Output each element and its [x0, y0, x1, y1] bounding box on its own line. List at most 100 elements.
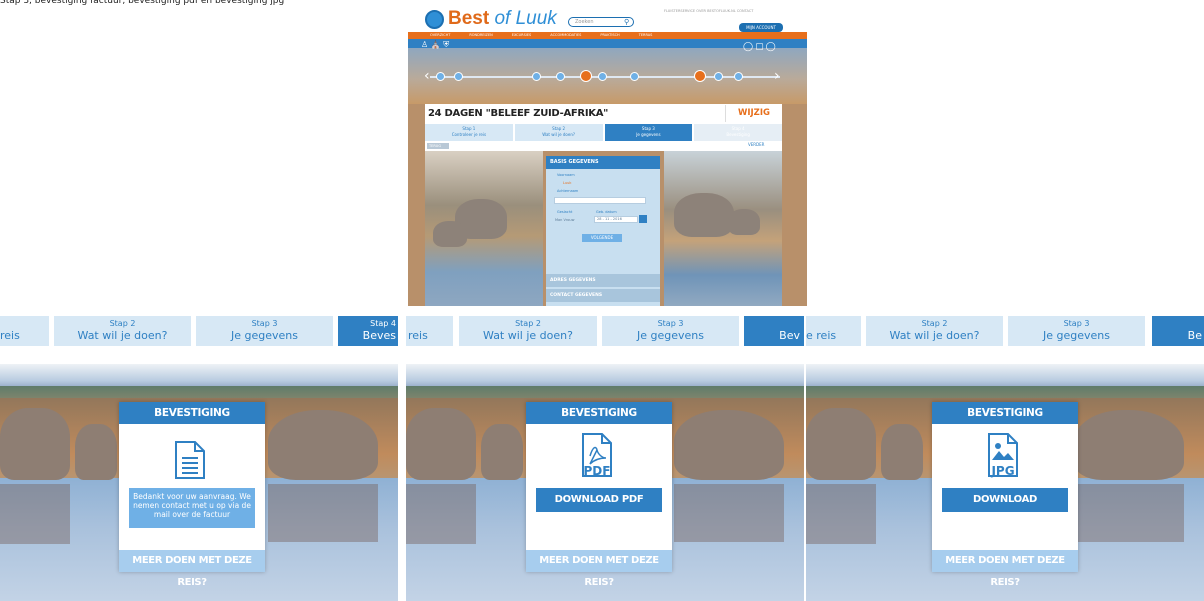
- contact-section-header[interactable]: CONTACT GEGEVENS: [546, 289, 660, 302]
- globe-logo-icon[interactable]: [425, 10, 444, 29]
- view-icons[interactable]: ♙ ⛪ ⛨: [421, 40, 449, 50]
- download-image-button[interactable]: DOWNLOAD AFBEELDING: [942, 488, 1068, 529]
- address-section-header[interactable]: ADRES GEGEVENS: [546, 274, 660, 287]
- step-2-tab[interactable]: Stap 2 Wat wil je doen?: [54, 316, 191, 346]
- confirmation-card: BEVESTIGING JPG DOWNLOAD AFBEELDING MEER…: [932, 402, 1078, 588]
- step-4-tab[interactable]: Be: [1152, 316, 1204, 346]
- step-label: Bevestiging: [726, 132, 750, 137]
- nav-item[interactable]: PRAKTISCH: [600, 32, 619, 39]
- step-label: Je gegevens: [637, 329, 704, 342]
- step-number: Stap 2: [515, 319, 541, 328]
- steps-bar: reis Stap 2 Wat wil je doen? Stap 3 Je geg…: [406, 312, 804, 348]
- step-4-tab[interactable]: Stap 4 Beves: [338, 316, 398, 346]
- back-button[interactable]: TERUG: [427, 143, 449, 149]
- step-label: Beves: [362, 329, 396, 342]
- birthdate-label: Geb. datum: [596, 210, 617, 214]
- timeline-node[interactable]: [714, 72, 723, 81]
- step-3-tab[interactable]: Stap 3 Je gegevens: [1008, 316, 1145, 346]
- site-logo[interactable]: Best of Luuk: [448, 8, 557, 30]
- timeline-node[interactable]: [630, 72, 639, 81]
- download-pdf-button[interactable]: DOWNLOAD PDF: [536, 488, 662, 512]
- birthdate-input[interactable]: 28 - 11 - 2016: [594, 216, 638, 223]
- timeline-node[interactable]: [436, 72, 445, 81]
- elephant-shape: [0, 408, 70, 480]
- step-label: Bev: [779, 329, 800, 342]
- step-1-tab[interactable]: reis: [0, 316, 49, 346]
- elephant-shape: [674, 410, 784, 480]
- chevron-left-icon[interactable]: ‹: [424, 68, 430, 84]
- timeline-node[interactable]: [556, 72, 565, 81]
- edit-trip-button[interactable]: WIJZIG REIS: [725, 105, 782, 135]
- reflection-shape: [674, 484, 784, 542]
- step-label: Wat wil je doen?: [77, 329, 168, 342]
- elephant-shape: [268, 410, 378, 480]
- voornaam-label: Voornaam: [557, 173, 575, 177]
- nav-item[interactable]: ACCOMMODATIES: [550, 32, 581, 39]
- more-with-trip-button[interactable]: MEER DOEN MET DEZE REIS?: [526, 550, 672, 588]
- nav-item[interactable]: EXCURSIES: [512, 32, 531, 39]
- confirmation-card: BEVESTIGING Bedankt voor uw aanvraag. We…: [119, 402, 265, 588]
- step-1-tab[interactable]: reis: [406, 316, 453, 346]
- elephant-shape: [406, 408, 476, 480]
- step-label: Wat wil je doen?: [889, 329, 980, 342]
- elephant-shape: [881, 424, 923, 480]
- step-label: Controleer je reis: [451, 132, 487, 137]
- step-label: Je gegevens: [636, 132, 661, 137]
- top-links[interactable]: FLUISTERSERVICE OVER BESTOFLUUK.NL CONTA…: [664, 9, 753, 13]
- logo-of-text: of: [494, 8, 511, 29]
- step-3-tab[interactable]: Stap 3 Je gegevens: [196, 316, 333, 346]
- confirmation-card: BEVESTIGING PDF DOWNLOAD PDF MEER DOEN M…: [526, 402, 672, 588]
- confirmation-jpg-panel: e reis Stap 2 Wat wil je doen? Stap 3 Je g…: [806, 312, 1204, 601]
- step-4-tab[interactable]: Bev: [744, 316, 804, 346]
- steps-bar: e reis Stap 2 Wat wil je doen? Stap 3 Je g…: [806, 312, 1204, 348]
- nav-item[interactable]: OVERZICHT: [430, 32, 450, 39]
- step-2-tab[interactable]: Stap 2 Wat wil je doen?: [459, 316, 597, 346]
- step-4-tab[interactable]: Stap 4 Bevestiging: [694, 124, 782, 141]
- logo-brand-text: Luuk: [515, 8, 557, 29]
- elephant-photo-left: [425, 151, 543, 306]
- nav-item[interactable]: RONDREIZEN: [469, 32, 492, 39]
- timeline-node[interactable]: [454, 72, 463, 81]
- step-number: [806, 316, 861, 330]
- basic-details-header[interactable]: BASIS GEGEVENS: [546, 156, 660, 169]
- confirmation-title: BEVESTIGING: [119, 402, 265, 424]
- step-1-tab[interactable]: Stap 1 Controleer je reis: [425, 124, 513, 141]
- step-label: Be: [1187, 329, 1202, 342]
- step-number: Stap 4: [370, 319, 396, 328]
- more-with-trip-button[interactable]: MEER DOEN MET DEZE REIS?: [932, 550, 1078, 588]
- gender-radio[interactable]: Man Vrouw: [555, 218, 574, 222]
- step-label: Wat wil je doen?: [542, 132, 575, 137]
- achternaam-input[interactable]: [554, 197, 646, 204]
- more-with-trip-button[interactable]: MEER DOEN MET DEZE REIS?: [119, 550, 265, 588]
- chevron-right-icon[interactable]: ›: [774, 68, 780, 84]
- step-navigation-bar: [425, 141, 782, 151]
- gender-label: Geslacht: [557, 210, 573, 214]
- step-number: Stap 3: [251, 319, 278, 328]
- toolbar-icons[interactable]: ◯▢◯: [743, 42, 778, 52]
- account-button[interactable]: MIJN ACCOUNT: [739, 23, 783, 32]
- step-label: reis: [408, 329, 428, 342]
- calendar-icon[interactable]: [639, 215, 647, 223]
- timeline-node-active[interactable]: [580, 70, 592, 82]
- elephant-shape: [1074, 410, 1184, 480]
- confirmation-pdf-panel: reis Stap 2 Wat wil je doen? Stap 3 Je geg…: [406, 312, 804, 601]
- timeline-node[interactable]: [598, 72, 607, 81]
- timeline-node[interactable]: [532, 72, 541, 81]
- step-2-tab[interactable]: Stap 2 Wat wil je doen?: [866, 316, 1003, 346]
- confirmation-title: BEVESTIGING: [932, 402, 1078, 424]
- step-number: [744, 316, 800, 330]
- step-number: [1152, 316, 1202, 330]
- step-1-tab[interactable]: e reis: [806, 316, 861, 346]
- step-3-tab[interactable]: Stap 3 Je gegevens: [602, 316, 739, 346]
- search-icon[interactable]: ⚲: [624, 17, 629, 27]
- achternaam-label: Achternaam: [557, 189, 579, 193]
- next-link[interactable]: VERDER: [748, 142, 764, 147]
- confirmation-message: Bedankt voor uw aanvraag. We nemen conta…: [129, 488, 255, 528]
- timeline-node[interactable]: [734, 72, 743, 81]
- step-2-tab[interactable]: Stap 2 Wat wil je doen?: [514, 124, 603, 141]
- pdf-icon-label: PDF: [583, 464, 611, 478]
- step-3-tab[interactable]: Stap 3 Je gegevens: [604, 124, 693, 141]
- timeline-node-active[interactable]: [694, 70, 706, 82]
- next-button[interactable]: VOLGENDE: [582, 234, 622, 242]
- nav-item[interactable]: TERRAS: [639, 32, 653, 39]
